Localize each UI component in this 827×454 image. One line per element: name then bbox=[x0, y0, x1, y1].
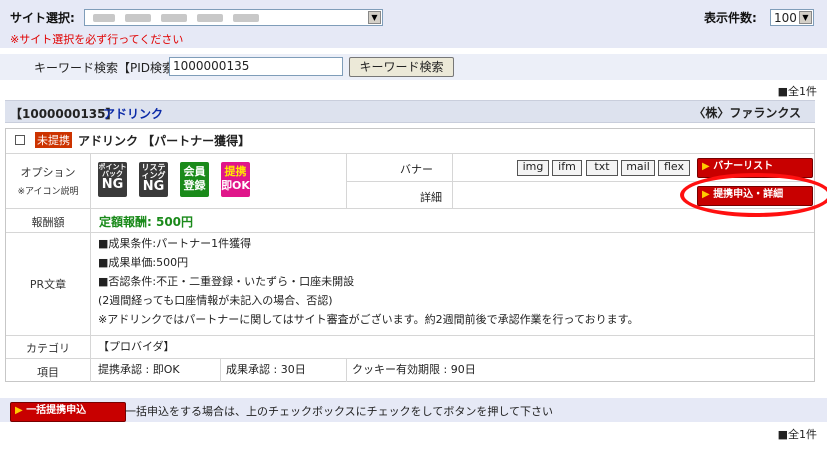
pr-line: (2週間経っても口座情報が未記入の場合、否認) bbox=[98, 294, 333, 307]
category-value: 【プロバイダ】 bbox=[98, 340, 175, 353]
keyword-label: キーワード検索【PID検索】 bbox=[34, 61, 187, 75]
result-approval-term: 成果承認 : 30日 bbox=[226, 363, 306, 376]
cookie-term: クッキー有効期限 : 90日 bbox=[352, 363, 476, 376]
chevron-down-icon: ▼ bbox=[368, 11, 381, 24]
banner-chip-ifm[interactable]: ifm bbox=[552, 160, 582, 176]
instant-ok-icon: 提携 即OK bbox=[221, 162, 250, 197]
pr-line: ■成果単価:500円 bbox=[98, 256, 189, 269]
banner-chip-txt[interactable]: txt bbox=[586, 160, 618, 176]
items-label: 項目 bbox=[37, 366, 59, 379]
arrow-right-icon: ▶ bbox=[15, 405, 23, 416]
count-value: 100 bbox=[774, 11, 797, 25]
bulk-apply-bar: ▶ 一括提携申込 一括申込をする場合は、上のチェックボックスにチェックをしてボタ… bbox=[0, 398, 827, 422]
pr-line: ※アドリンクではパートナーに関してはサイト審査がございます。約2週間前後で承認作… bbox=[98, 313, 639, 326]
bulk-apply-button[interactable]: ▶ 一括提携申込 bbox=[10, 402, 126, 422]
count-label: 表示件数: bbox=[704, 11, 757, 25]
bulk-note: 一括申込をする場合は、上のチェックボックスにチェックをしてボタンを押して下さい bbox=[125, 405, 554, 418]
program-detail-table: オプション ※アイコン説明 ポイント バック NG リステ ィング NG 会員 … bbox=[5, 128, 827, 382]
member-registration-icon: 会員 登録 bbox=[180, 162, 209, 197]
highlight-circle bbox=[680, 173, 827, 217]
pr-label: PR文章 bbox=[29, 278, 67, 291]
program-id: 【1000000135】 bbox=[10, 107, 118, 121]
detail-label: 詳細 bbox=[420, 191, 442, 204]
count-select[interactable]: 100 ▼ bbox=[770, 9, 814, 26]
total-count-top: ■全1件 bbox=[777, 85, 817, 98]
icon-help-link[interactable]: ※アイコン説明 bbox=[6, 184, 90, 197]
pr-line: ■成果条件:パートナー1件獲得 bbox=[98, 237, 252, 250]
program-header: 【1000000135】 アドリンク 〈株〉ファランクス bbox=[5, 100, 815, 123]
keyword-input[interactable]: 1000000135 bbox=[169, 57, 343, 76]
keyword-search-bar: キーワード検索【PID検索】 1000000135 キーワード検索 bbox=[0, 54, 827, 80]
site-select[interactable]: ▼ bbox=[84, 9, 383, 26]
reward-label: 報酬額 bbox=[31, 216, 65, 229]
pr-text: ■成果条件:パートナー1件獲得 ■成果単価:500円 ■否認条件:不正・二重登録… bbox=[98, 236, 810, 331]
category-label: カテゴリ bbox=[26, 342, 70, 355]
approval-term: 提携承認 : 即OK bbox=[98, 363, 180, 376]
total-count-bottom: ■全1件 bbox=[777, 428, 817, 441]
keyword-search-button[interactable]: キーワード検索 bbox=[349, 57, 454, 77]
banner-chip-img[interactable]: img bbox=[517, 160, 549, 176]
options-label: オプション bbox=[20, 166, 76, 179]
listing-ng-icon: リステ ィング NG bbox=[139, 162, 168, 197]
chevron-down-icon: ▼ bbox=[799, 11, 812, 24]
banner-chip-mail[interactable]: mail bbox=[621, 160, 655, 176]
site-selection-bar: サイト選択: ▼ ※サイト選択を必ず行ってください 表示件数: 100 ▼ bbox=[0, 0, 827, 48]
advertiser-name: 〈株〉ファランクス bbox=[693, 106, 801, 120]
point-back-ng-icon: ポイント バック NG bbox=[98, 162, 127, 197]
arrow-right-icon: ▶ bbox=[702, 161, 710, 172]
reward-value: 定額報酬: 500円 bbox=[99, 215, 194, 229]
pr-line: ■否認条件:不正・二重登録・いたずら・口座未開設 bbox=[98, 275, 355, 288]
site-select-label: サイト選択: bbox=[10, 11, 75, 25]
program-name-link[interactable]: アドリンク bbox=[103, 105, 163, 122]
banner-chip-flex[interactable]: flex bbox=[658, 160, 690, 176]
banner-label: バナー bbox=[400, 163, 433, 176]
site-warning: ※サイト選択を必ず行ってください bbox=[10, 33, 184, 46]
